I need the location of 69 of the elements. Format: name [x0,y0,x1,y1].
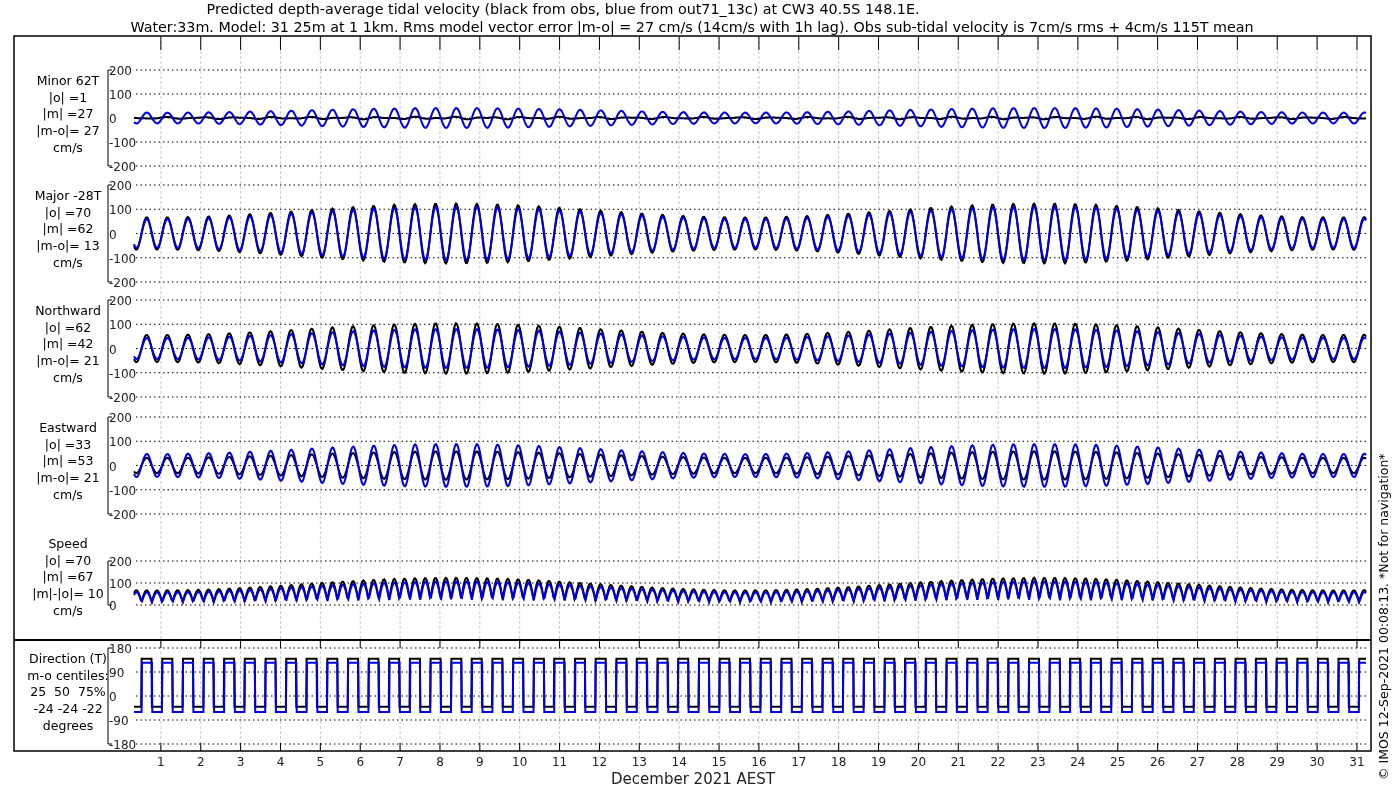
y-tick-label: 200 [109,411,132,425]
x-tick-label: 25 [1110,755,1126,769]
copyright-note: © IMOS 12-Sep-2021 00:08:13. *Not for navigation* [1376,453,1391,780]
x-tick-label: 4 [276,755,285,769]
x-tick-label: 2 [196,755,205,769]
x-tick-label: 16 [751,755,767,769]
y-tick-label: 0 [109,459,117,474]
panel-label: Northward |o| =62 |m| =42 |m-o|= 21 cm/s [35,303,101,385]
x-tick-label: 19 [870,755,887,769]
panel-label: Direction (T) m-o centiles: 25 50 75% -24 -24 -22 degrees [27,651,109,733]
x-tick-label: 8 [436,755,444,769]
chart-title: Water:33m. Model: 31 25m at 1 1km. Rms model vector error |m-o| = 27 cm/s (14cm/s with 1h lag). Obs sub-tidal velocity is 7cm/s rms + 4cm/s 115T mean [130,19,1254,35]
y-tick-label: 0 [109,599,117,613]
y-tick-label: -200 [109,508,137,522]
x-tick-label: 24 [1070,755,1086,769]
x-tick-label: 26 [1150,755,1166,769]
x-tick-label: 10 [512,755,528,769]
y-tick-label: 0 [109,690,117,704]
y-tick-label: 100 [109,435,132,450]
x-tick-label: 28 [1229,755,1245,769]
x-tick-label: 15 [711,755,727,769]
panel-label: Minor 62T |o| =1 |m| =27 |m-o|= 27 cm/s [36,73,100,155]
x-tick-label: 7 [396,755,404,769]
x-tick-label: 20 [910,755,927,769]
y-tick-label: 200 [109,64,132,78]
x-axis-label: December 2021 AEST [611,770,775,788]
x-tick-label: 31 [1349,755,1365,769]
y-tick-label: 90 [109,666,125,680]
x-tick-label: 21 [950,755,966,769]
x-tick-label: 13 [631,755,647,769]
x-tick-label: 11 [551,755,568,769]
x-tick-label: 5 [316,755,325,769]
y-tick-label: 100 [109,577,132,591]
y-tick-label: -90 [109,714,129,728]
x-tick-label: 1 [157,755,165,769]
x-tick-label: 22 [990,755,1006,769]
y-tick-label: 200 [109,179,132,193]
panel-label: Major -28T |o| =70 |m| =62 |m-o|= 13 cm/s [34,188,102,270]
x-tick-label: 18 [831,755,847,769]
panel-label: Speed |o| =70 |m| =67 |m|-|o|= 10 cm/s [32,536,104,618]
y-tick-label: 100 [109,318,132,333]
y-tick-label: 0 [109,342,117,357]
y-tick-label: 100 [109,88,132,102]
x-tick-label: 6 [356,755,365,769]
x-tick-label: 14 [671,755,687,769]
y-tick-label: 200 [109,555,132,569]
x-tick-label: 27 [1189,755,1206,769]
y-tick-label: -200 [109,160,137,174]
y-tick-label: 100 [109,203,132,218]
y-tick-label: -100 [109,251,137,266]
x-tick-label: 3 [236,755,245,769]
y-tick-label: -200 [109,276,137,290]
y-tick-label: 0 [109,112,117,126]
panel-label: Eastward |o| =33 |m| =53 |m-o|= 21 cm/s [36,420,100,502]
x-tick-label: 23 [1030,755,1046,769]
y-tick-label: -200 [109,391,137,405]
x-tick-label: 9 [476,755,484,769]
y-tick-label: -100 [109,483,137,498]
x-tick-label: 29 [1269,755,1285,769]
x-tick-label: 12 [591,755,608,769]
x-tick-label: 17 [791,755,807,769]
y-tick-label: 0 [109,227,117,242]
x-tick-label: 30 [1309,755,1325,769]
y-tick-label: -100 [109,136,137,150]
y-tick-label: 200 [109,294,132,308]
chart-title: Predicted depth-average tidal velocity (black from obs, blue from out71_13c) at CW3 40.5S 148.1E. [206,1,920,17]
y-tick-label: -100 [109,366,137,381]
y-tick-label: 180 [109,642,132,656]
y-tick-label: -180 [109,738,137,752]
